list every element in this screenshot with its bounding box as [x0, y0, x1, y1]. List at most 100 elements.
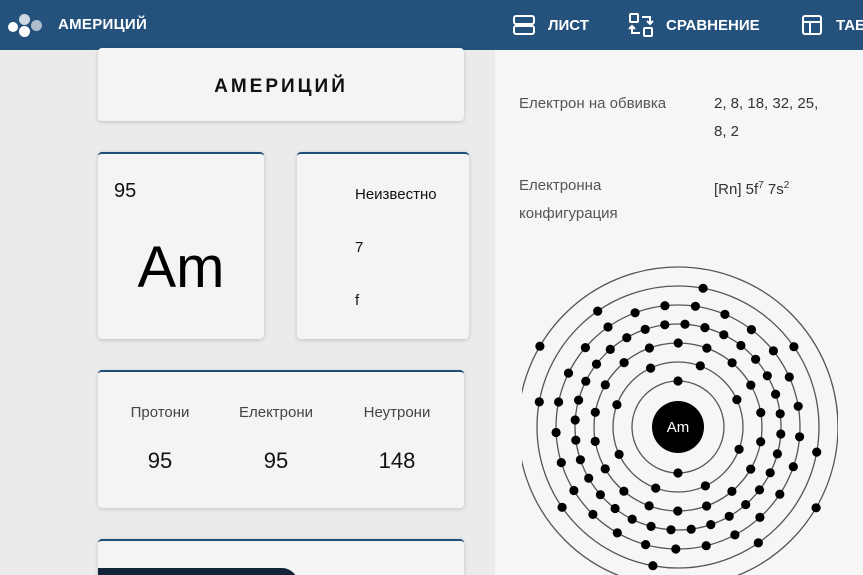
- app-logo-icon[interactable]: [8, 12, 44, 38]
- app-title[interactable]: АМЕРИЦИЙ: [58, 16, 147, 33]
- electron-dot: [775, 409, 785, 419]
- electron-dot: [570, 415, 580, 425]
- top-bar: АМЕРИЦИЙ ЛИСТ СРАВНЕНИЕ ТАБ: [0, 0, 863, 50]
- nav-compare-button[interactable]: СРАВНЕНИЕ: [628, 12, 760, 38]
- electron-dot: [666, 525, 676, 535]
- electron-dot: [610, 503, 620, 514]
- electron-dot: [765, 468, 775, 478]
- electron-dot: [755, 512, 765, 522]
- electron-dot: [600, 464, 610, 474]
- next-card-banner[interactable]: [98, 568, 298, 575]
- electron-dot: [563, 368, 574, 378]
- protons-label: Протони: [130, 404, 190, 421]
- electron-dot: [673, 506, 683, 516]
- electron-dot: [771, 389, 781, 399]
- electron-dot: [605, 344, 615, 354]
- nav-table-button[interactable]: ТАБ: [800, 12, 863, 38]
- electron-dot: [680, 319, 690, 329]
- neutrons-value: 148: [378, 448, 416, 473]
- shell-label: Електрон на обвивка: [519, 95, 667, 112]
- electron-dot: [534, 397, 544, 407]
- nav-list-button[interactable]: ЛИСТ: [512, 12, 589, 38]
- electron-dot: [702, 343, 712, 353]
- electrons-label: Електрони: [238, 404, 314, 421]
- electrons-value: 95: [263, 448, 289, 473]
- electron-dot: [772, 449, 782, 459]
- electron-dot: [644, 501, 654, 511]
- electron-dot: [753, 538, 763, 548]
- electron-dot: [706, 520, 716, 530]
- electron-dot: [724, 511, 734, 521]
- property-state: Неизвестно: [355, 186, 437, 203]
- element-properties-card: Неизвестно 7 f: [297, 152, 469, 339]
- electron-dot: [535, 341, 545, 351]
- electron-dot: [648, 561, 658, 571]
- electron-dot: [754, 485, 765, 495]
- details-panel: Електрон на обвивка 2, 8, 18, 32, 25, 8,…: [495, 50, 863, 575]
- electron-dot: [588, 509, 598, 519]
- electron-dot: [671, 544, 681, 554]
- electron-dot: [581, 376, 591, 386]
- electron-dot: [673, 338, 683, 348]
- table-icon: [802, 15, 822, 35]
- electron-dot: [720, 309, 730, 319]
- electron-dot: [756, 437, 766, 447]
- electron-dot: [762, 371, 772, 381]
- electron-dot: [741, 500, 751, 510]
- electron-dot: [571, 435, 581, 445]
- electron-dot: [551, 427, 561, 438]
- electron-dot: [673, 376, 683, 386]
- config-label-line1: Електронна: [519, 177, 602, 194]
- next-card: [98, 539, 464, 575]
- electron-dot: [690, 301, 700, 311]
- compare-icon: [628, 13, 654, 37]
- electron-dot: [789, 342, 799, 352]
- nav-compare-label: СРАВНЕНИЕ: [666, 16, 760, 34]
- neutrons-label: Неутрони: [363, 404, 431, 421]
- electron-dot: [619, 358, 629, 368]
- electron-dot: [788, 462, 798, 472]
- neutrons-count: Неутрони 148: [342, 404, 452, 474]
- electron-dot: [574, 395, 584, 405]
- electron-dot: [660, 320, 670, 330]
- electron-dot: [811, 503, 821, 513]
- electron-dot: [595, 490, 605, 500]
- electron-dot: [590, 436, 600, 446]
- atom-shell-diagram: Am: [522, 266, 838, 575]
- electron-dot: [701, 541, 711, 551]
- config-value: [Rn] 5f7 7s2: [714, 172, 789, 204]
- electron-dot: [734, 444, 744, 454]
- electron-dot: [612, 528, 622, 538]
- electron-dot: [727, 358, 737, 368]
- atom-nucleus-label: Am: [667, 419, 690, 436]
- electron-dot: [784, 372, 794, 382]
- list-icon: [513, 15, 535, 35]
- electron-dot: [698, 283, 708, 293]
- electron-dot: [622, 333, 632, 343]
- protons-value: 95: [147, 448, 173, 473]
- electron-dot: [640, 324, 650, 334]
- electron-dot: [756, 408, 766, 418]
- electron-dot: [646, 521, 656, 531]
- property-period: 7: [355, 239, 364, 256]
- electron-dot: [591, 359, 602, 369]
- electron-dot: [651, 483, 661, 493]
- electron-dot: [660, 301, 670, 311]
- electron-dot: [746, 464, 756, 474]
- element-name-card: АМЕРИЦИЙ: [98, 48, 464, 121]
- electron-dot: [627, 514, 637, 524]
- atomic-number: 95: [114, 180, 137, 202]
- electron-dot: [746, 380, 756, 390]
- electron-dot: [619, 486, 629, 496]
- config-mid: 7s: [763, 181, 784, 198]
- electron-dot: [700, 323, 710, 333]
- config-core: [Rn] 5f: [714, 181, 759, 198]
- electron-dot: [614, 449, 624, 459]
- electron-dot: [736, 340, 746, 351]
- electron-dot: [776, 429, 786, 439]
- electron-dot: [569, 485, 579, 496]
- electron-dot: [593, 306, 603, 316]
- electron-dot: [584, 473, 594, 483]
- electron-dot: [775, 489, 785, 499]
- electron-dot: [727, 486, 737, 496]
